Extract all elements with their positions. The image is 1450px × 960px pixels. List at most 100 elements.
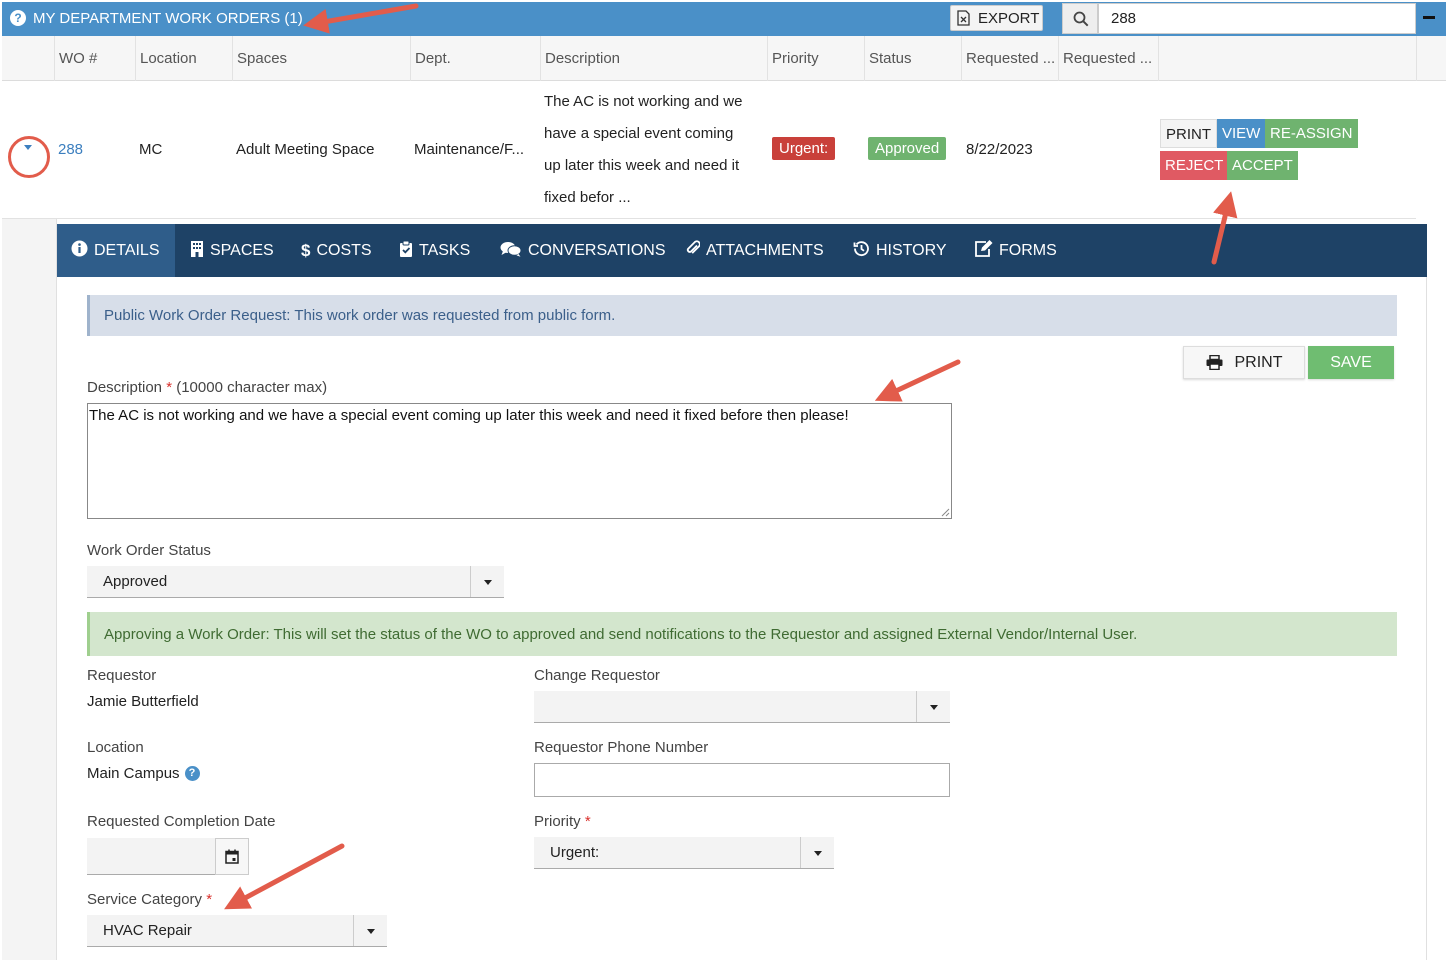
change-requestor-label: Change Requestor [534,667,660,684]
priority-label: Priority * [534,813,591,830]
row-reassign-button[interactable]: RE-ASSIGN [1265,119,1358,148]
resize-handle-icon[interactable] [941,508,950,517]
search-input[interactable] [1098,3,1416,34]
public-request-notice: Public Work Order Request: This work ord… [87,295,1397,336]
print-button[interactable]: PRINT [1183,346,1305,379]
chevron-down-icon [916,691,950,722]
status-select[interactable]: Approved [87,566,504,598]
requestor-value: Jamie Butterfield [87,693,199,710]
help-icon[interactable]: ? [10,10,26,26]
wo-number-link[interactable]: 288 [58,141,83,158]
row-requested-date: 8/22/2023 [966,141,1033,158]
expand-row-caret-icon[interactable] [24,145,32,150]
tab-spaces-label: SPACES [210,241,274,259]
column-header-scroll [1416,36,1446,81]
location-value: Main Campus [87,765,180,782]
description-textarea-value: The AC is not working and we have a spec… [89,407,849,424]
excel-file-icon [957,10,970,26]
tab-forms-label: FORMS [999,241,1057,259]
tab-costs[interactable]: $ COSTS [287,224,386,277]
row-accept-button[interactable]: ACCEPT [1227,151,1298,180]
tab-attachments-label: ATTACHMENTS [706,241,824,259]
export-button[interactable]: EXPORT [950,5,1043,31]
column-header-requested-2[interactable]: Requested ... [1058,36,1158,81]
chevron-down-icon [353,915,387,946]
location-label: Location [87,739,144,756]
status-select-value: Approved [103,573,168,590]
paperclip-icon [686,240,701,261]
status-label: Work Order Status [87,542,211,559]
dollar-icon: $ [301,240,311,260]
tab-history[interactable]: HISTORY [839,224,961,277]
tab-details[interactable]: DETAILS [57,224,175,277]
required-marker: * [166,379,173,396]
service-category-select[interactable]: HVAC Repair [87,915,387,947]
requestor-label: Requestor [87,667,157,684]
service-category-label: Service Category * [87,891,212,908]
help-icon[interactable]: ? [184,766,200,781]
clipboard-check-icon [399,240,413,261]
info-icon [71,240,88,261]
row-print-button[interactable]: PRINT [1160,119,1217,148]
description-textarea[interactable]: The AC is not working and we have a spec… [87,403,952,519]
column-header-description[interactable]: Description [540,36,767,81]
edit-icon [974,240,993,261]
save-button[interactable]: SAVE [1308,346,1394,379]
printer-icon [1206,355,1222,370]
export-label: EXPORT [978,9,1040,27]
column-header-actions [1158,36,1416,81]
column-header-status[interactable]: Status [864,36,961,81]
calendar-icon [225,849,239,864]
change-requestor-select[interactable] [534,691,950,723]
required-marker: * [584,813,591,830]
tab-history-label: HISTORY [876,241,947,259]
expand-row-highlight [8,136,50,178]
priority-select[interactable]: Urgent: [534,837,834,869]
column-header-location[interactable]: Location [135,36,232,81]
service-category-label-text: Service Category [87,891,203,908]
detail-gutter [2,219,57,960]
row-spaces: Adult Meeting Space [236,141,375,158]
tab-costs-label: COSTS [316,241,372,259]
tab-tasks[interactable]: TASKS [385,224,484,277]
tab-attachments[interactable]: ATTACHMENTS [672,224,838,277]
location-value-group: Main Campus ? [87,765,200,782]
chevron-down-icon [470,566,504,597]
calendar-button[interactable] [215,838,249,875]
column-header-priority[interactable]: Priority [767,36,864,81]
search-icon [1073,11,1089,27]
priority-badge: Urgent: [772,137,836,160]
search-button[interactable] [1062,3,1098,34]
phone-label: Requestor Phone Number [534,739,709,756]
comments-icon [500,241,522,261]
panel-title: MY DEPARTMENT WORK ORDERS (1) [33,10,303,27]
detail-tabs: DETAILS SPACES $ COSTS TASKS CONVERSATIO… [57,224,1427,277]
row-description-line-3: up later this week and need it [544,157,740,174]
description-hint: (10000 character max) [176,379,328,396]
approving-notice-text: Approving a Work Order: This will set th… [104,625,1138,643]
tab-conversations[interactable]: CONVERSATIONS [486,224,680,277]
status-badge: Approved [868,137,947,160]
tab-spaces[interactable]: SPACES [176,224,288,277]
row-description-line-4: fixed befor ... [544,189,631,206]
completion-date-input[interactable] [87,838,215,875]
column-header-dept[interactable]: Dept. [410,36,540,81]
completion-date-label: Requested Completion Date [87,813,276,830]
collapse-panel-icon[interactable] [1423,16,1435,19]
column-header-requested-1[interactable]: Requested ... [961,36,1058,81]
chevron-down-icon [800,837,834,868]
building-icon [190,240,204,261]
required-marker: * [206,891,213,908]
row-view-button[interactable]: VIEW [1217,119,1266,148]
column-header-wo[interactable]: WO # [54,36,135,81]
column-header-spaces[interactable]: Spaces [232,36,410,81]
tab-forms[interactable]: FORMS [960,224,1071,277]
phone-input[interactable] [534,763,950,797]
service-category-value: HVAC Repair [103,922,192,939]
description-label: Description * (10000 character max) [87,379,327,396]
approving-notice: Approving a Work Order: This will set th… [87,612,1397,656]
tab-details-label: DETAILS [94,241,160,259]
grid-header-row: WO # Location Spaces Dept. Description P… [2,36,1446,81]
row-dept: Maintenance/F... [414,141,525,158]
row-reject-button[interactable]: REJECT [1160,151,1229,180]
